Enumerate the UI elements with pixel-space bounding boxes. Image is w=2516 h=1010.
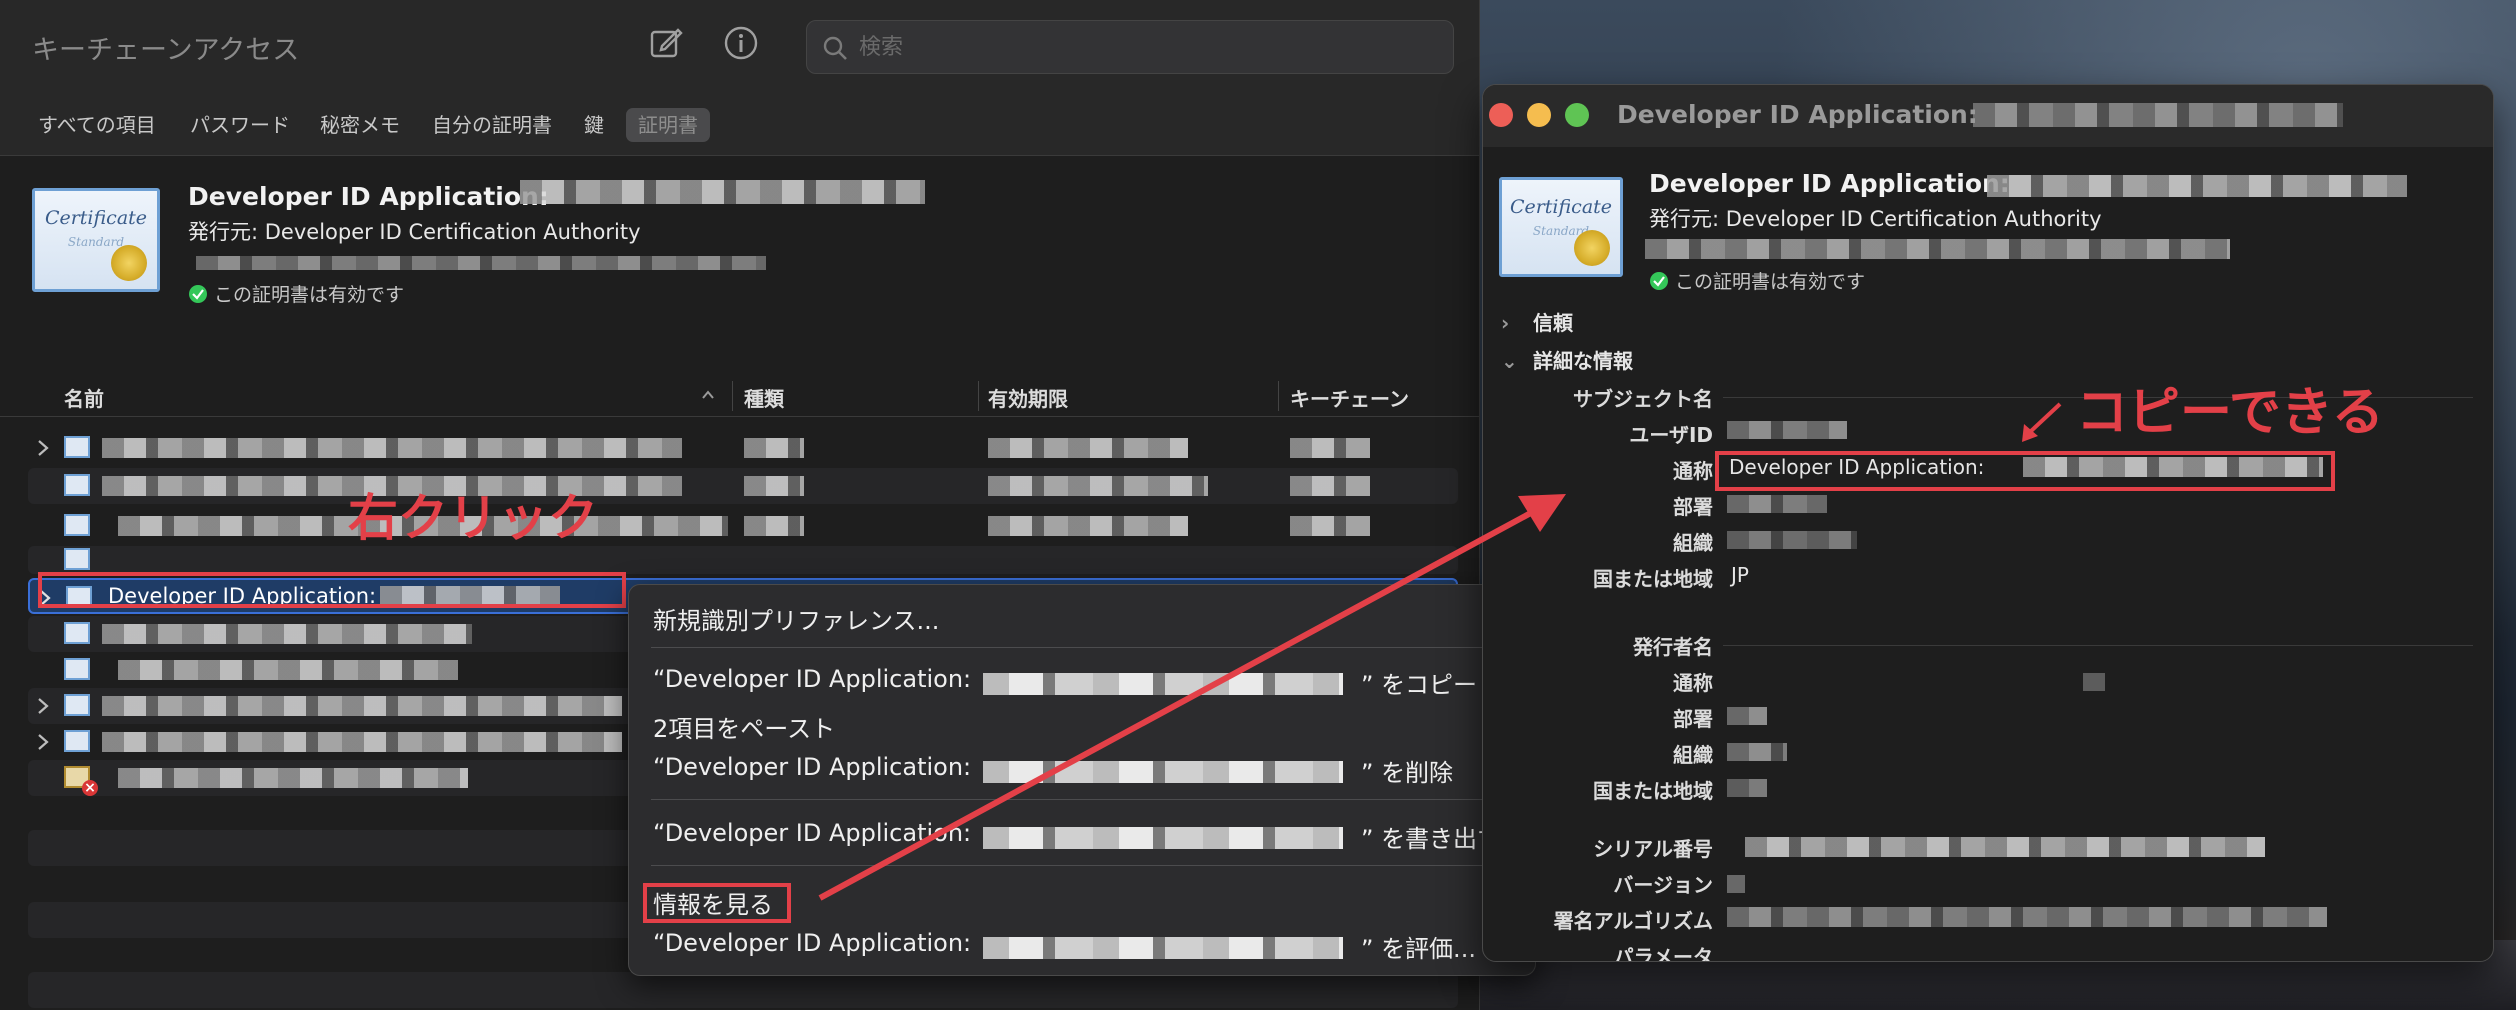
tab-keys[interactable]: 鍵 bbox=[572, 108, 616, 142]
annotation-right-click: 右クリック bbox=[348, 489, 598, 547]
menu-item-export[interactable]: “Developer ID Application: bbox=[653, 819, 971, 847]
redacted-text bbox=[520, 180, 925, 204]
seal-icon bbox=[111, 245, 147, 281]
highlight-box bbox=[643, 883, 791, 923]
column-name[interactable]: 名前 bbox=[64, 383, 104, 412]
certificate-icon bbox=[64, 622, 90, 644]
subject-name-heading: サブジェクト名 bbox=[1573, 387, 1713, 411]
category-tabs: すべての項目 パスワード 秘密メモ 自分の証明書 鍵 証明書 bbox=[0, 94, 1479, 156]
search-input[interactable] bbox=[859, 29, 1439, 65]
toolbar: キーチェーンアクセス bbox=[0, 0, 1479, 94]
search-icon bbox=[823, 36, 847, 60]
search-field[interactable] bbox=[806, 20, 1454, 74]
issuer-name-heading: 発行者名 bbox=[1633, 635, 1713, 659]
cert-validity: この証明書は有効です bbox=[1649, 267, 1865, 294]
table-header: 名前 種類 有効期限 キーチェーン bbox=[0, 375, 1480, 417]
table-row[interactable] bbox=[28, 508, 1458, 544]
section-details[interactable]: ⌄ 詳細な情報 bbox=[1501, 345, 1633, 374]
compose-icon[interactable] bbox=[648, 24, 686, 62]
tab-my-certificates[interactable]: 自分の証明書 bbox=[420, 108, 564, 142]
redacted-text bbox=[983, 673, 1343, 695]
disclosure-chevron-icon[interactable] bbox=[36, 439, 50, 457]
disclosure-chevron-icon[interactable] bbox=[36, 733, 50, 751]
window-title: キーチェーンアクセス bbox=[32, 35, 300, 66]
empty-row bbox=[28, 972, 1458, 1008]
chevron-down-icon: ⌄ bbox=[1501, 349, 1518, 373]
certificate-icon: Certificate Standard bbox=[32, 188, 160, 292]
country-value: JP bbox=[1731, 563, 1749, 587]
cert-title: Developer ID Application: bbox=[188, 182, 549, 211]
certificate-icon bbox=[64, 436, 90, 458]
check-icon bbox=[189, 285, 207, 303]
tab-passwords[interactable]: パスワード bbox=[178, 108, 302, 142]
titlebar: Developer ID Application: bbox=[1483, 85, 2493, 147]
menu-item-paste[interactable]: 2項目をペースト bbox=[653, 709, 835, 744]
context-menu: 新規識別プリファレンス... “Developer ID Application… bbox=[628, 584, 1536, 976]
zoom-button[interactable] bbox=[1565, 103, 1589, 127]
certificate-icon bbox=[64, 658, 90, 680]
table-row[interactable] bbox=[28, 430, 1458, 466]
annotation-can-copy: コピーできる bbox=[2076, 383, 2384, 443]
menu-item-new-identity-preference[interactable]: 新規識別プリファレンス... bbox=[653, 601, 939, 636]
info-icon[interactable] bbox=[722, 24, 760, 62]
seal-icon bbox=[1574, 230, 1610, 266]
tab-secure-notes[interactable]: 秘密メモ bbox=[308, 108, 412, 142]
disclosure-chevron-icon[interactable] bbox=[36, 697, 50, 715]
certificate-icon bbox=[64, 474, 90, 496]
certificate-icon bbox=[64, 514, 90, 536]
certificate-icon bbox=[64, 548, 90, 570]
minimize-button[interactable] bbox=[1527, 103, 1551, 127]
cert-title: Developer ID Application: bbox=[1649, 169, 2010, 198]
certificate-icon: Certificate Standard bbox=[1499, 177, 1623, 277]
highlight-box bbox=[1715, 451, 2335, 491]
column-expires[interactable]: 有効期限 bbox=[988, 383, 1068, 412]
cert-validity: この証明書は有効です bbox=[188, 280, 404, 307]
certificate-info-window: Developer ID Application: Certificate St… bbox=[1482, 84, 2494, 962]
cert-issuer: 発行元: Developer ID Certification Authorit… bbox=[188, 220, 641, 244]
check-icon bbox=[1650, 272, 1668, 290]
cert-issuer: 発行元: Developer ID Certification Authorit… bbox=[1649, 207, 2102, 231]
tab-all-items[interactable]: すべての項目 bbox=[26, 108, 168, 142]
redacted-text bbox=[102, 438, 682, 458]
highlight-box bbox=[38, 572, 626, 608]
section-trust[interactable]: › 信頼 bbox=[1501, 307, 1573, 336]
menu-item-delete[interactable]: “Developer ID Application: bbox=[653, 753, 971, 781]
table-row[interactable] bbox=[28, 546, 1458, 574]
menu-item-copy[interactable]: “Developer ID Application: bbox=[653, 665, 971, 693]
column-kind[interactable]: 種類 bbox=[744, 383, 784, 412]
tab-certificates[interactable]: 証明書 bbox=[626, 108, 710, 142]
column-keychain[interactable]: キーチェーン bbox=[1290, 383, 1409, 412]
close-button[interactable] bbox=[1489, 103, 1513, 127]
table-row[interactable] bbox=[28, 468, 1458, 504]
redacted-text bbox=[196, 256, 766, 270]
menu-item-evaluate[interactable]: “Developer ID Application: bbox=[653, 929, 971, 957]
sort-ascending-icon[interactable] bbox=[700, 387, 716, 403]
certificate-icon bbox=[64, 694, 90, 716]
certificate-icon bbox=[64, 730, 90, 752]
window-title: Developer ID Application: bbox=[1617, 100, 1978, 129]
chevron-right-icon: › bbox=[1501, 311, 1510, 335]
invalid-certificate-icon bbox=[64, 766, 98, 796]
